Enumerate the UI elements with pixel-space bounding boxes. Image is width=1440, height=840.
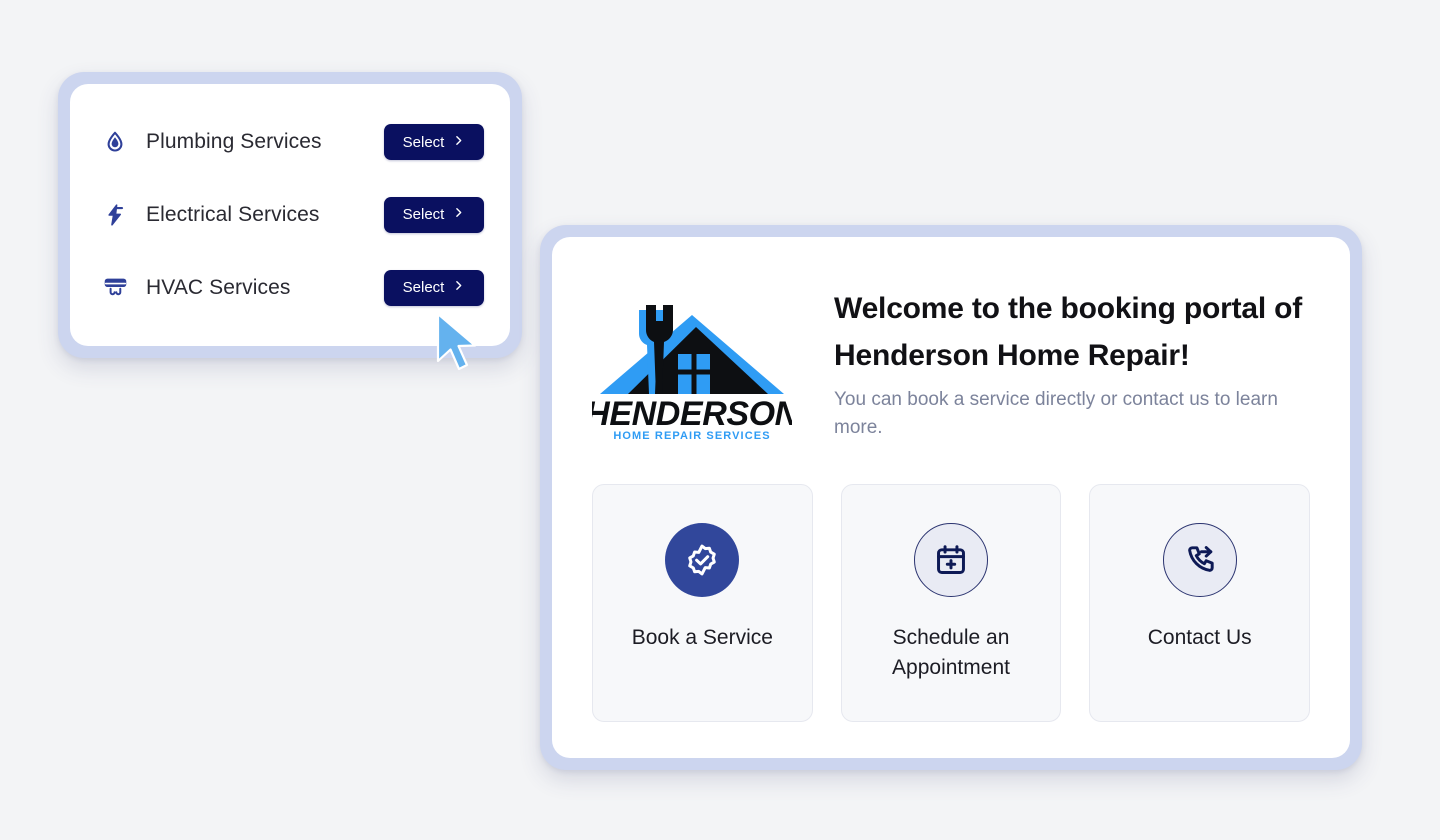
lightning-bolt-icon bbox=[102, 202, 128, 228]
service-label: Electrical Services bbox=[146, 202, 320, 226]
select-button-label: Select bbox=[402, 133, 445, 151]
chevron-right-icon bbox=[452, 206, 465, 223]
badge-check-icon bbox=[665, 523, 740, 597]
action-card-contact-us[interactable]: Contact Us bbox=[1089, 484, 1311, 722]
welcome-text-block: Welcome to the booking portal of Henders… bbox=[834, 279, 1310, 442]
select-button-hvac[interactable]: Select bbox=[384, 269, 484, 306]
chevron-right-icon bbox=[452, 134, 465, 151]
calendar-plus-icon bbox=[914, 523, 988, 597]
services-panel: Plumbing Services Select Electrical Serv… bbox=[58, 72, 522, 358]
booking-portal-card: HENDERSON HOME REPAIR SERVICES Welcome t… bbox=[552, 237, 1350, 758]
services-panel-card: Plumbing Services Select Electrical Serv… bbox=[70, 84, 510, 346]
welcome-subtitle: You can book a service directly or conta… bbox=[834, 388, 1278, 438]
phone-forwarded-icon bbox=[1162, 523, 1237, 597]
booking-portal-panel: HENDERSON HOME REPAIR SERVICES Welcome t… bbox=[540, 225, 1362, 770]
select-button-electrical[interactable]: Select bbox=[384, 196, 484, 233]
welcome-title: Welcome to the booking portal of Henders… bbox=[834, 292, 1303, 373]
air-conditioner-icon bbox=[102, 275, 128, 301]
select-button-label: Select bbox=[402, 279, 445, 297]
services-list: Plumbing Services Select Electrical Serv… bbox=[70, 84, 510, 346]
portal-header: HENDERSON HOME REPAIR SERVICES Welcome t… bbox=[592, 271, 1310, 442]
henderson-logo: HENDERSON HOME REPAIR SERVICES bbox=[592, 279, 792, 442]
select-button-plumbing[interactable]: Select bbox=[384, 124, 484, 161]
service-row-hvac[interactable]: HVAC Services Select bbox=[96, 261, 484, 315]
action-card-label: Schedule an Appointment bbox=[892, 626, 1010, 679]
action-card-book-a-service[interactable]: Book a Service bbox=[592, 484, 813, 722]
action-card-label: Contact Us bbox=[1147, 626, 1252, 649]
service-label: HVAC Services bbox=[146, 275, 291, 299]
action-card-schedule-appointment[interactable]: Schedule an Appointment bbox=[840, 484, 1062, 722]
select-button-label: Select bbox=[402, 206, 445, 224]
service-row-electrical[interactable]: Electrical Services Select bbox=[96, 188, 484, 242]
logo-wordmark: HENDERSON bbox=[592, 395, 792, 433]
chevron-right-icon bbox=[452, 279, 465, 296]
action-cards: Book a Service Schedule an Appointment C… bbox=[592, 484, 1311, 722]
service-label: Plumbing Services bbox=[146, 130, 322, 154]
action-card-label: Book a Service bbox=[631, 626, 773, 649]
water-droplet-icon bbox=[102, 129, 128, 155]
service-row-plumbing[interactable]: Plumbing Services Select bbox=[96, 115, 484, 169]
app-canvas: Plumbing Services Select Electrical Serv… bbox=[0, 0, 1440, 840]
logo-tagline: HOME REPAIR SERVICES bbox=[613, 430, 770, 442]
